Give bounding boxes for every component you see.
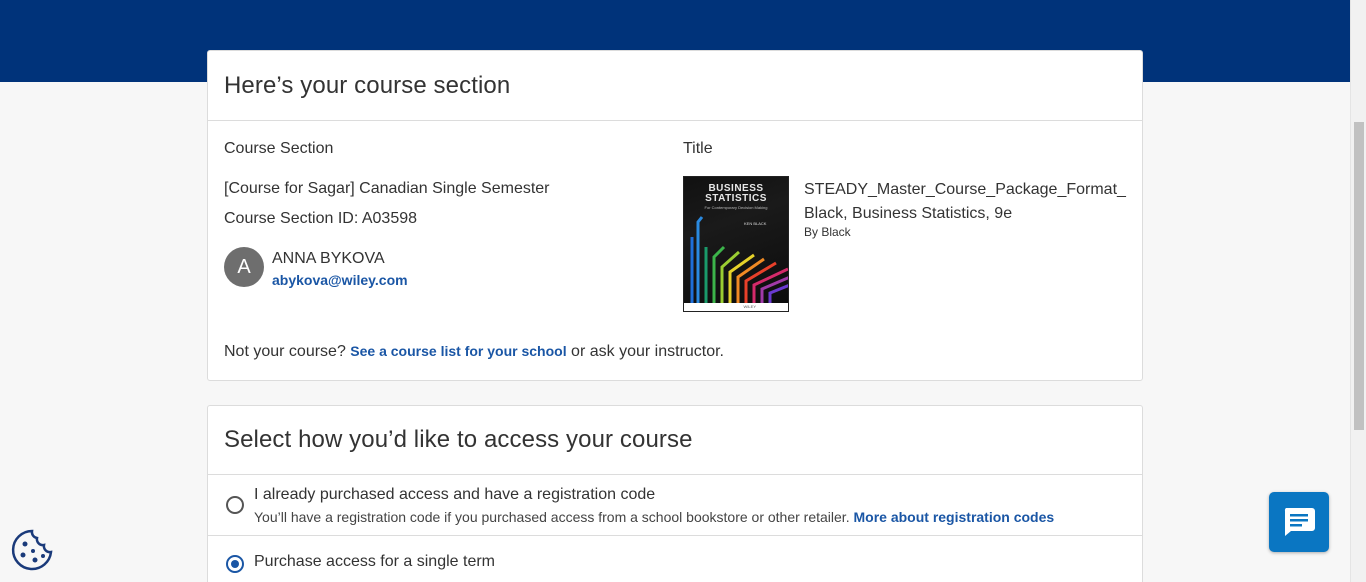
single-term-label[interactable]: Purchase access for a single term [254,553,495,571]
course-section-id: Course Section ID: A03598 [224,210,418,227]
registration-code-desc-text: You’ll have a registration code if you p… [254,509,850,525]
access-options-header: Select how you’d like to access your cou… [208,406,1142,475]
course-section-heading: Here’s your course section [224,71,511,99]
not-course-suffix: or ask your instructor. [571,343,724,360]
book-cover-band [684,303,788,311]
registration-code-radio[interactable] [226,496,244,514]
book-cover-subtitle: For Contemporary Decision Making [704,205,768,210]
scrollbar-thumb[interactable] [1354,122,1364,430]
chat-icon [1284,508,1315,536]
registration-code-label[interactable]: I already purchased access and have a re… [254,486,655,504]
book-cover-title: BUSINESS STATISTICS [705,183,767,204]
book-cover-publisher: WILEY [743,304,756,309]
course-name: [Course for Sagar] Canadian Single Semes… [224,180,550,197]
cookie-settings-button[interactable] [11,529,53,571]
instructor-email-link[interactable]: abykova@wiley.com [272,272,408,288]
cookie-icon [11,529,53,571]
book-cover-author: KEN BLACK [744,221,767,226]
option-registration-code[interactable]: I already purchased access and have a re… [208,475,1142,536]
access-options-card: Select how you’d like to access your cou… [207,405,1143,582]
book-cover-image: BUSINESS STATISTICS For Contemporary Dec… [683,176,789,312]
instructor-name: ANNA BYKOVA [272,250,385,267]
page-scrollbar[interactable] [1350,0,1366,582]
course-section-label: Course Section [224,140,334,157]
access-options-heading: Select how you’d like to access your cou… [224,426,693,453]
course-list-link[interactable]: See a course list for your school [350,343,566,359]
more-about-registration-codes-link[interactable]: More about registration codes [853,509,1054,525]
not-course-prefix: Not your course? [224,343,346,360]
chat-button[interactable] [1269,492,1329,552]
registration-code-description: You’ll have a registration code if you p… [254,509,1054,525]
avatar: A [224,247,264,287]
book-title: STEADY_Master_Course_Package_Format_Blac… [804,181,1126,222]
title-label: Title [683,140,713,157]
course-section-card: Here’s your course section Course Sectio… [207,50,1143,381]
not-your-course-text: Not your course? See a course list for y… [224,343,724,361]
book-author: By Black [804,225,851,239]
course-section-header: Here’s your course section [208,51,1142,121]
option-single-term[interactable]: Purchase access for a single term [208,536,1142,582]
single-term-radio[interactable] [226,555,244,573]
